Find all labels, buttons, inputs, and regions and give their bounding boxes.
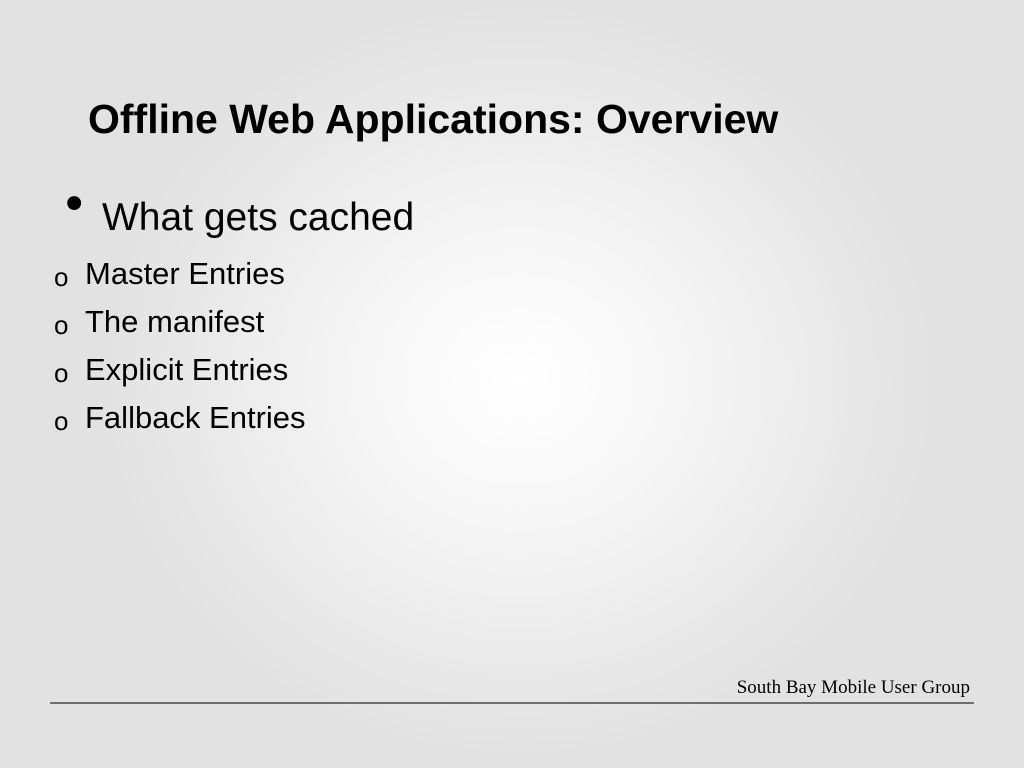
circle-bullet-icon: o	[54, 261, 69, 292]
footer-divider	[50, 702, 974, 704]
bullet-dot-icon: •	[60, 177, 89, 233]
bullet-list: • What gets cached	[60, 177, 414, 242]
circle-bullet-icon: o	[54, 405, 69, 436]
bullet-item: • What gets cached	[60, 177, 414, 242]
circle-bullet-icon: o	[54, 309, 69, 340]
bullet-text: What gets cached	[102, 196, 415, 239]
sub-bullet-text: Explicit Entries	[85, 352, 289, 387]
sub-bullet-item: o Master Entries	[54, 250, 306, 298]
sub-bullet-list: o Master Entries o The manifest o Explic…	[54, 250, 306, 442]
sub-bullet-text: Master Entries	[85, 256, 285, 291]
slide: Offline Web Applications: Overview • Wha…	[0, 0, 1024, 768]
sub-bullet-text: Fallback Entries	[85, 400, 306, 435]
slide-title: Offline Web Applications: Overview	[88, 96, 779, 142]
sub-bullet-text: The manifest	[85, 304, 265, 339]
sub-bullet-item: o The manifest	[54, 298, 306, 346]
footer-text: South Bay Mobile User Group	[736, 677, 970, 698]
sub-bullet-item: o Fallback Entries	[54, 394, 306, 442]
sub-bullet-item: o Explicit Entries	[54, 346, 306, 394]
circle-bullet-icon: o	[54, 357, 69, 388]
